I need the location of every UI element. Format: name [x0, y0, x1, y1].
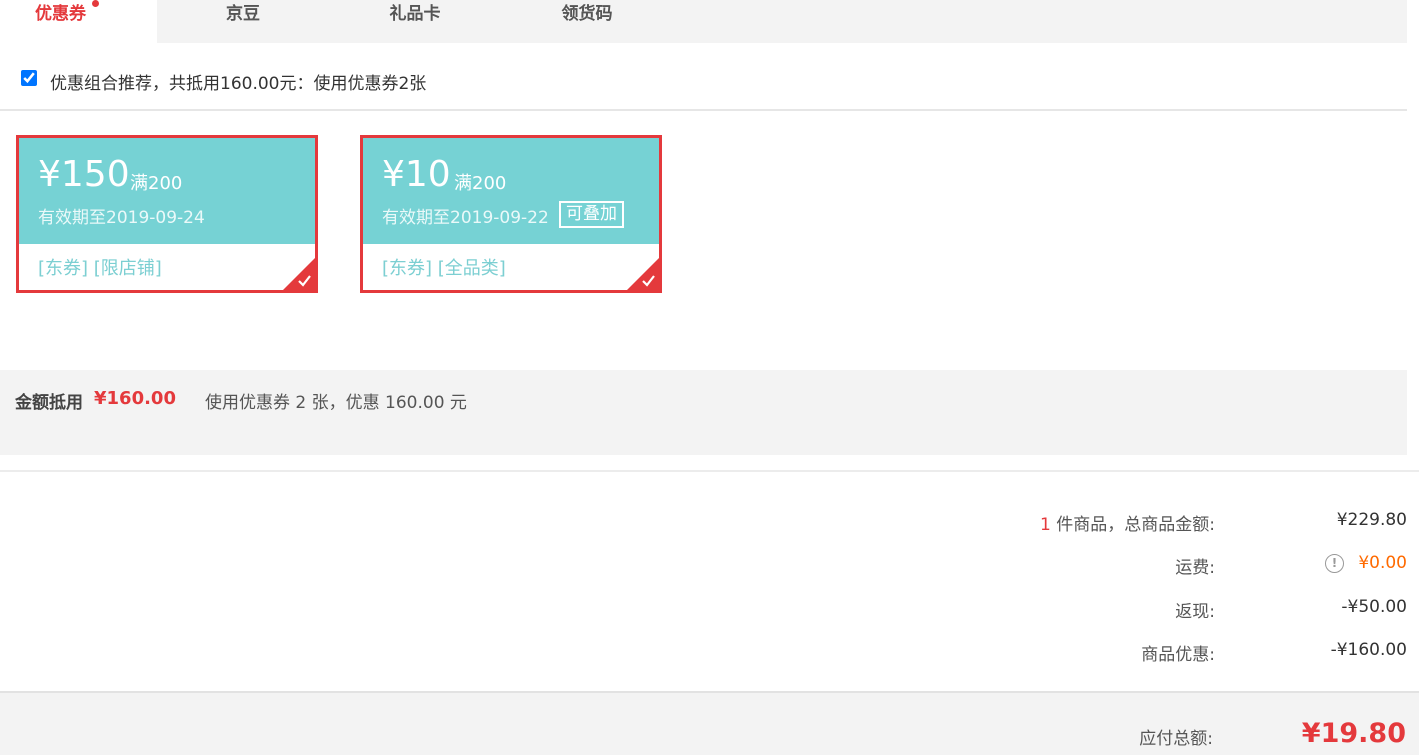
- coupon-card-2[interactable]: ¥10 满200 有效期至2019-09-22 可叠加 [东券] [全品类]: [360, 135, 662, 293]
- tab-gift-card-label: 礼品卡: [389, 4, 441, 24]
- discount-label: 金额抵用: [15, 393, 83, 413]
- coupon-tags: [东券] [全品类]: [382, 258, 506, 279]
- divider: [0, 470, 1419, 472]
- items-label-text: 件商品，总商品金额:: [1050, 515, 1215, 535]
- tab-pickup-code[interactable]: 领货码: [501, 0, 673, 43]
- new-dot-icon: [92, 0, 99, 7]
- item-count: 1: [1040, 515, 1051, 535]
- tab-pickup-code-label: 领货码: [561, 4, 613, 24]
- coupon-header: ¥10 满200 有效期至2019-09-22 可叠加: [363, 138, 659, 244]
- items-label: 1 件商品，总商品金额:: [1040, 510, 1215, 535]
- summary-product-discount-row: 商品优惠: -¥160.00: [900, 640, 1407, 666]
- checkmark-icon: [298, 275, 311, 287]
- coupon-amount: ¥150: [38, 154, 130, 195]
- combo-recommend: 优惠组合推荐，共抵用160.00元：使用优惠券2张: [0, 43, 1407, 111]
- items-value: ¥229.80: [1336, 510, 1407, 530]
- cashback-label: 返现:: [1175, 602, 1215, 622]
- coupon-tags: [东券] [限店铺]: [38, 258, 162, 279]
- tab-bar: 优惠券 京豆 礼品卡 领货码: [0, 0, 1407, 43]
- coupon-header: ¥150 满200 有效期至2019-09-24: [19, 138, 315, 244]
- tab-jingdou[interactable]: 京豆: [157, 0, 329, 43]
- discount-description: 使用优惠券 2 张，优惠 160.00 元: [205, 393, 467, 413]
- tab-coupons-label: 优惠券: [35, 4, 86, 24]
- summary-items-row: 1 件商品，总商品金额: ¥229.80: [900, 510, 1407, 536]
- discount-summary: 金额抵用 ¥160.00 使用优惠券 2 张，优惠 160.00 元: [0, 370, 1407, 455]
- cashback-value: -¥50.00: [1341, 597, 1407, 617]
- combo-text: 优惠组合推荐，共抵用160.00元：使用优惠券2张: [50, 74, 427, 94]
- checkmark-icon: [642, 275, 655, 287]
- coupon-expiry: 有效期至2019-09-22: [382, 208, 549, 228]
- stackable-badge: 可叠加: [559, 201, 624, 228]
- total-bar: 应付总额: ¥19.80: [0, 691, 1419, 755]
- combo-checkbox[interactable]: [21, 70, 37, 86]
- freight-value: ¥0.00: [1358, 553, 1407, 573]
- coupon-expiry: 有效期至2019-09-24: [38, 208, 205, 228]
- coupon-card-1[interactable]: ¥150 满200 有效期至2019-09-24 [东券] [限店铺]: [16, 135, 318, 293]
- tab-gift-card[interactable]: 礼品卡: [329, 0, 501, 43]
- product-discount-label: 商品优惠:: [1141, 645, 1215, 665]
- discount-amount: ¥160.00: [94, 388, 176, 409]
- product-discount-value: -¥160.00: [1330, 640, 1407, 660]
- tab-coupons[interactable]: 优惠券: [0, 0, 157, 43]
- info-icon[interactable]: !: [1325, 554, 1344, 573]
- tab-jingdou-label: 京豆: [226, 4, 260, 24]
- summary-cashback-row: 返现: -¥50.00: [900, 597, 1407, 623]
- coupon-condition: 满200: [130, 173, 183, 194]
- total-label: 应付总额:: [1139, 729, 1213, 749]
- summary-freight-row: 运费: ! ¥0.00: [900, 553, 1407, 579]
- freight-label: 运费:: [1175, 558, 1215, 578]
- coupon-condition: 满200: [454, 173, 507, 194]
- total-value: ¥19.80: [1301, 718, 1406, 749]
- coupon-amount: ¥10: [382, 154, 451, 195]
